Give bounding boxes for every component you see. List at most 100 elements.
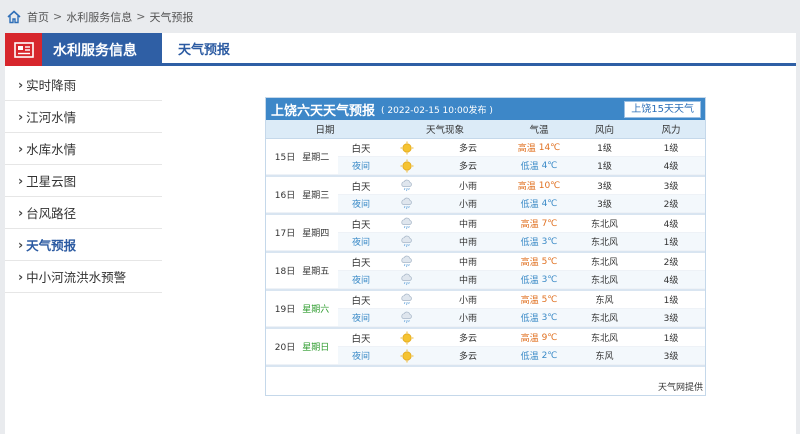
period-night: 夜间	[338, 233, 384, 251]
period-day: 白天	[338, 329, 384, 347]
wind-direction: 3级	[572, 177, 637, 195]
wind-force: 4级	[637, 215, 705, 233]
wind-direction: 1级	[572, 139, 637, 157]
temp-value: 3℃	[541, 236, 558, 247]
forecast-day-row: 16日 星期三 白天 小雨 高温 10℃ 3级 3级 夜间 小雨 低温 4℃ 3级 2级	[266, 177, 705, 215]
sun-icon	[384, 139, 430, 157]
high-label: 高温	[517, 144, 536, 154]
sun-icon	[384, 157, 430, 175]
period-night: 夜间	[338, 309, 384, 327]
col-temp: 气温	[529, 125, 549, 136]
date-text: 19日	[274, 305, 296, 315]
sun-icon	[384, 347, 430, 365]
publish-time: ( 2022-02-15 10:00发布 )	[381, 105, 493, 116]
chevron-right-icon: ›	[18, 109, 24, 124]
temp-low: 低温 3℃	[506, 233, 572, 251]
temp-high: 高温 5℃	[506, 291, 572, 309]
sidebar-item[interactable]: › 江河水情	[5, 101, 162, 133]
sidebar-item[interactable]: › 水库水情	[5, 133, 162, 165]
weather-widget: 上饶六天天气预报 ( 2022-02-15 10:00发布 ) 上饶15天天气 …	[265, 97, 706, 396]
sidebar: 水利服务信息 › 实时降雨 › 江河水情 › 水库水情 › 卫星云图 › 台风路径 › 天气预报 › 中小…	[5, 33, 162, 434]
temp-low: 低温 3℃	[506, 271, 572, 289]
wind-force: 2级	[637, 253, 705, 271]
weather-text: 多云	[430, 157, 506, 175]
weather-text: 中雨	[430, 253, 506, 271]
chevron-right-icon: ›	[18, 77, 24, 92]
temp-value: 2℃	[541, 350, 558, 361]
col-wind-force: 风力	[661, 125, 681, 136]
period-day: 白天	[338, 177, 384, 195]
rain-icon	[384, 253, 430, 271]
sidebar-item[interactable]: › 实时降雨	[5, 69, 162, 101]
weather-text: 小雨	[430, 291, 506, 309]
sidebar-menu: › 实时降雨 › 江河水情 › 水库水情 › 卫星云图 › 台风路径 › 天气预报 › 中小河流洪水预警	[5, 66, 162, 293]
weather-text: 多云	[430, 347, 506, 365]
sidebar-item[interactable]: › 卫星云图	[5, 165, 162, 197]
low-label: 低温	[520, 314, 539, 324]
chevron-right-icon: ›	[18, 173, 24, 188]
high-label: 高温	[520, 258, 539, 268]
temp-low: 低温 4℃	[506, 195, 572, 213]
weather-title: 上饶六天天气预报	[271, 103, 376, 119]
temp-value: 14℃	[538, 142, 561, 153]
sidebar-item[interactable]: › 天气预报	[5, 229, 162, 261]
temp-high: 高温 7℃	[506, 215, 572, 233]
rain-icon	[384, 271, 430, 289]
period-night: 夜间	[338, 347, 384, 365]
wind-direction: 1级	[572, 157, 637, 175]
high-label: 高温	[517, 182, 536, 192]
main-panel: 天气预报 上饶六天天气预报 ( 2022-02-15 10:00发布 ) 上饶1…	[162, 33, 796, 434]
temp-value: 3℃	[541, 274, 558, 285]
home-icon[interactable]	[7, 9, 21, 24]
wind-direction: 东风	[572, 291, 637, 309]
rain-icon	[384, 309, 430, 327]
sidebar-title: 水利服务信息	[53, 42, 137, 59]
temp-value: 7℃	[541, 218, 558, 229]
weekday-text: 星期三	[302, 191, 330, 201]
newspaper-icon	[5, 33, 42, 66]
chevron-right-icon: ›	[18, 205, 24, 220]
date-text: 15日	[274, 153, 296, 163]
sidebar-item-label: 水库水情	[26, 142, 77, 157]
weekday-text: 星期二	[302, 153, 330, 163]
temp-high: 高温 14℃	[506, 139, 572, 157]
breadcrumb-separator: >	[136, 10, 146, 23]
breadcrumb-home[interactable]: 首页	[27, 9, 49, 25]
chevron-right-icon: ›	[18, 237, 24, 252]
low-label: 低温	[520, 352, 539, 362]
date-text: 16日	[274, 191, 296, 201]
date-text: 20日	[274, 343, 296, 353]
period-day: 白天	[338, 253, 384, 271]
wind-direction: 东北风	[572, 329, 637, 347]
wind-force: 1级	[637, 329, 705, 347]
low-label: 低温	[520, 162, 539, 172]
temp-value: 9℃	[541, 332, 558, 343]
date-cell: 20日 星期日	[266, 329, 338, 365]
wind-direction: 东风	[572, 347, 637, 365]
sidebar-item-label: 台风路径	[26, 206, 77, 221]
col-date: 日期	[315, 125, 335, 136]
temp-low: 低温 3℃	[506, 309, 572, 327]
weather-text: 多云	[430, 329, 506, 347]
weather-text: 中雨	[430, 215, 506, 233]
temp-low: 低温 2℃	[506, 347, 572, 365]
fifteen-day-button[interactable]: 上饶15天天气	[624, 101, 701, 118]
weather-text: 多云	[430, 139, 506, 157]
weather-header: 上饶六天天气预报 ( 2022-02-15 10:00发布 ) 上饶15天天气	[266, 98, 705, 120]
temp-low: 低温 4℃	[506, 157, 572, 175]
wind-force: 4级	[637, 271, 705, 289]
sidebar-item[interactable]: › 台风路径	[5, 197, 162, 229]
wind-force: 1级	[637, 139, 705, 157]
sidebar-header: 水利服务信息	[5, 33, 162, 66]
wind-direction: 东北风	[572, 233, 637, 251]
date-text: 18日	[274, 267, 296, 277]
wind-force: 1级	[637, 233, 705, 251]
period-day: 白天	[338, 139, 384, 157]
temp-high: 高温 9℃	[506, 329, 572, 347]
sidebar-item-label: 天气预报	[26, 238, 77, 253]
wind-direction: 东北风	[572, 253, 637, 271]
breadcrumb-section[interactable]: 水利服务信息	[66, 9, 132, 25]
weekday-text: 星期五	[302, 267, 330, 277]
sidebar-item[interactable]: › 中小河流洪水预警	[5, 261, 162, 293]
forecast-day-row: 20日 星期日 白天 多云 高温 9℃ 东北风 1级 夜间 多云 低温 2℃ 东风 3级	[266, 329, 705, 367]
